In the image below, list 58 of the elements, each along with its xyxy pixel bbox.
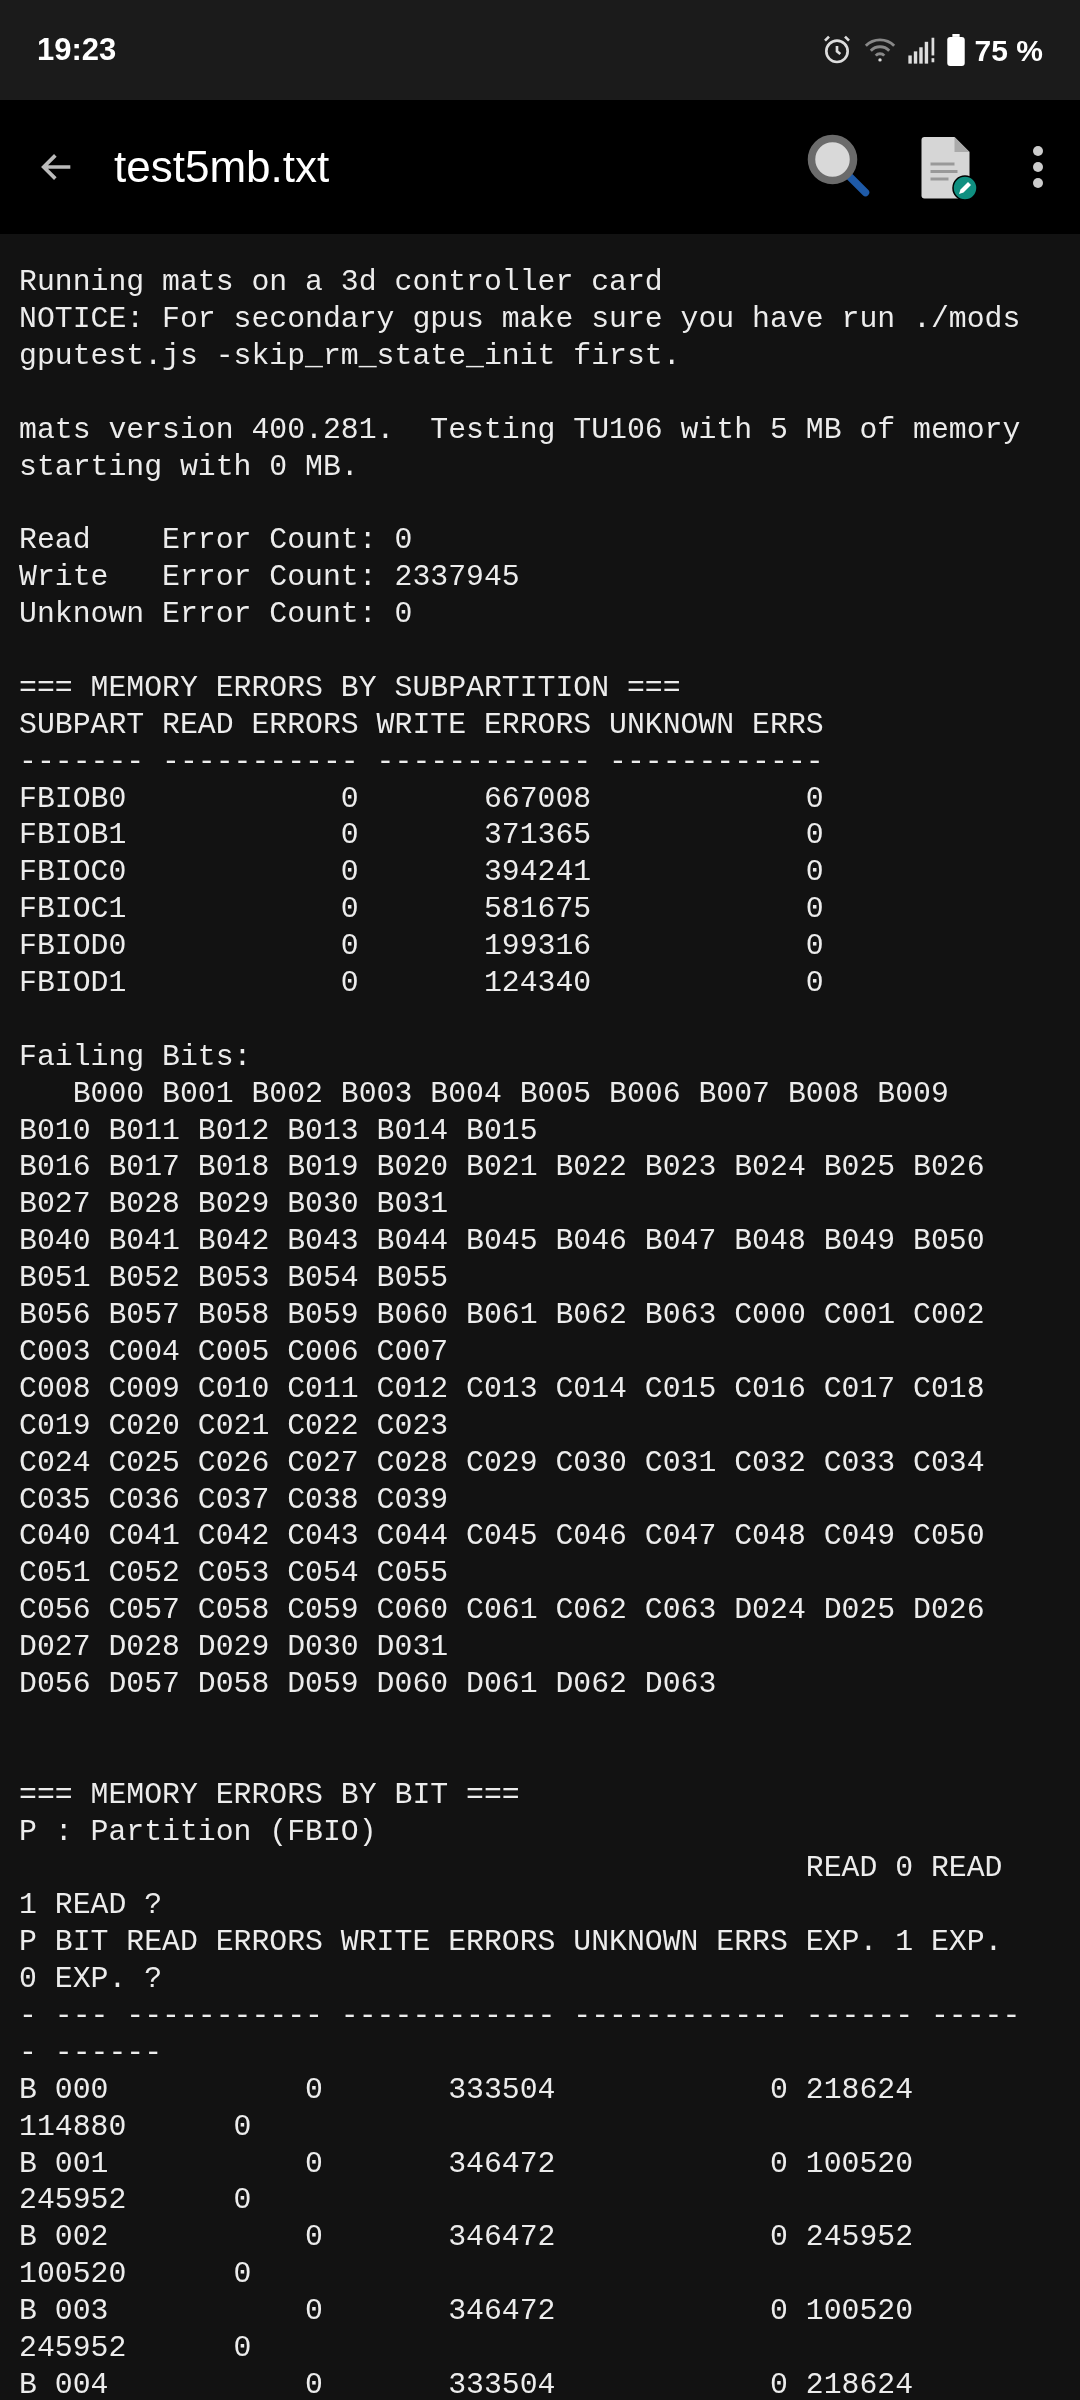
text-line: FBIOC1 0 581675 0 bbox=[19, 891, 824, 929]
text-line: 1 READ ? bbox=[19, 1887, 163, 1925]
text-line: B 000 0 333504 0 218624 bbox=[19, 2071, 914, 2109]
text-line: D027 D028 D029 D030 D031 bbox=[19, 1629, 449, 1667]
text-line: 114880 0 bbox=[19, 2108, 252, 2146]
text-line: ------- ----------- ------------ ------------ bbox=[19, 743, 824, 781]
text-line: Write Error Count: 2337945 bbox=[19, 559, 520, 597]
text-line: gputest.js -skip_rm_state_init first. bbox=[19, 337, 681, 375]
text-line: FBIOD0 0 199316 0 bbox=[19, 928, 824, 966]
text-line: starting with 0 MB. bbox=[19, 448, 359, 486]
text-line: === MEMORY ERRORS BY BIT === bbox=[19, 1776, 520, 1814]
text-line: P BIT READ ERRORS WRITE ERRORS UNKNOWN ERRS EXP. 1 EXP. bbox=[19, 1924, 1003, 1962]
text-line: 245952 0 bbox=[19, 2182, 252, 2220]
text-line: FBIOB1 0 371365 0 bbox=[19, 817, 824, 855]
text-line: 100520 0 bbox=[19, 2256, 252, 2294]
text-line: - --- ----------- ------------ ------------ ------ ----- bbox=[19, 1997, 1021, 2035]
text-line: NOTICE: For secondary gpus make sure you have run ./mods bbox=[19, 301, 1021, 338]
text-line: mats version 400.281. Testing TU106 with 5 MB of memory bbox=[19, 411, 1021, 449]
text-line: B040 B041 B042 B043 B044 B045 B046 B047 B048 B049 B050 bbox=[19, 1223, 985, 1261]
text-line: B056 B057 B058 B059 B060 B061 B062 B063 C000 C001 C002 bbox=[19, 1297, 985, 1335]
text-line: FBIOB0 0 667008 0 bbox=[19, 780, 824, 818]
text-line: B 003 0 346472 0 100520 bbox=[19, 2293, 914, 2331]
text-line: B010 B011 B012 B013 B014 B015 bbox=[19, 1112, 538, 1150]
text-line: Failing Bits: bbox=[19, 1038, 252, 1076]
text-line: C003 C004 C005 C006 C007 bbox=[19, 1333, 449, 1371]
battery-icon bbox=[946, 34, 965, 66]
text-line: READ 0 READ bbox=[804, 1850, 1003, 1888]
text-line: C024 C025 C026 C027 C028 C029 C030 C031 C032 C033 C034 bbox=[19, 1444, 985, 1482]
status-time: 19:23 bbox=[37, 30, 117, 69]
text-line: D056 D057 D058 D059 D060 D061 D062 D063 bbox=[19, 1665, 717, 1703]
text-line: C040 C041 C042 C043 C044 C045 C046 C047 C048 C049 C050 bbox=[19, 1518, 985, 1556]
text-line: Unknown Error Count: 0 bbox=[19, 596, 413, 634]
more-icon bbox=[1032, 145, 1044, 189]
signal-icon bbox=[906, 35, 937, 65]
text-line: C056 C057 C058 C059 C060 C061 C062 C063 D024 D025 D026 bbox=[19, 1592, 985, 1630]
battery-percent: 75 % bbox=[974, 32, 1043, 69]
text-line: B027 B028 B029 B030 B031 bbox=[19, 1186, 449, 1224]
text-line: B 004 0 333504 0 218624 bbox=[19, 2366, 914, 2400]
text-line: FBIOD1 0 124340 0 bbox=[19, 965, 824, 1003]
text-line: B000 B001 B002 B003 B004 B005 B006 B007 B008 B009 bbox=[71, 1075, 949, 1113]
text-line: Read Error Count: 0 bbox=[19, 522, 413, 560]
text-line: P : Partition (FBIO) bbox=[19, 1813, 377, 1851]
text-line: B016 B017 B018 B019 B020 B021 B022 B023 B024 B025 B026 bbox=[19, 1149, 985, 1187]
file-title: test5mb.txt bbox=[114, 141, 331, 193]
text-line: - ------ bbox=[19, 2034, 163, 2072]
text-line: 245952 0 bbox=[19, 2330, 252, 2367]
text-line: === MEMORY ERRORS BY SUBPARTITION === bbox=[19, 669, 681, 707]
text-line: Running mats on a 3d controller card bbox=[19, 264, 663, 302]
text-line: B 001 0 346472 0 100520 bbox=[19, 2145, 914, 2183]
text-line: 0 EXP. ? bbox=[19, 1961, 163, 1999]
text-line: C019 C020 C021 C022 C023 bbox=[19, 1407, 449, 1445]
text-line: B051 B052 B053 B054 B055 bbox=[19, 1260, 449, 1298]
text-line: C035 C036 C037 C038 C039 bbox=[19, 1481, 449, 1519]
text-line: C008 C009 C010 C011 C012 C013 C014 C015 C016 C017 C018 bbox=[19, 1370, 985, 1408]
text-line: C051 C052 C053 C054 C055 bbox=[19, 1555, 449, 1593]
text-line: SUBPART READ ERRORS WRITE ERRORS UNKNOWN ERRS bbox=[19, 706, 824, 744]
text-line: B 002 0 346472 0 245952 bbox=[19, 2219, 914, 2257]
text-line: FBIOC0 0 394241 0 bbox=[19, 854, 824, 892]
